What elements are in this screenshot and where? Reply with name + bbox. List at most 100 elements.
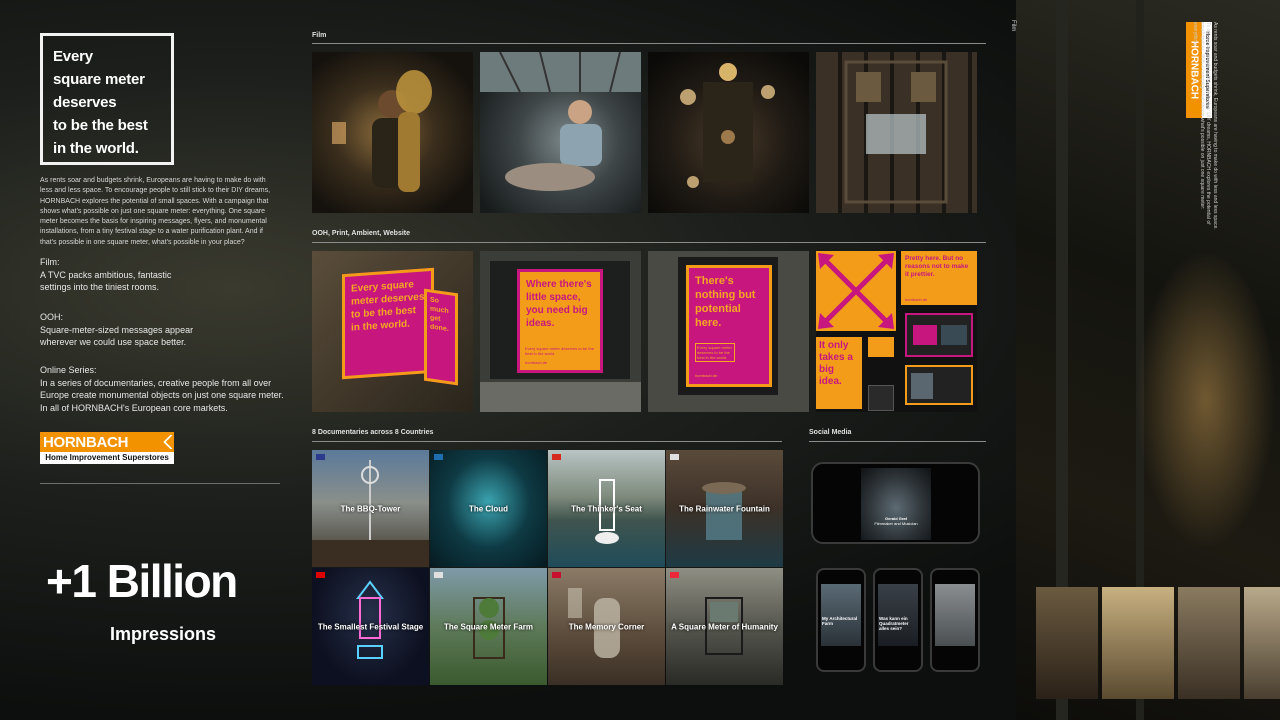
- print-card: Pretty here. But no reasons not to make …: [901, 251, 977, 305]
- website-mockup-2: [905, 365, 973, 405]
- film-block-line: settings into the tiniest rooms.: [40, 282, 160, 292]
- doc-title: The BBQ-Tower: [340, 504, 401, 513]
- flag-icon: [670, 572, 679, 578]
- online-block-line: Europe create monumental objects on just…: [40, 390, 284, 400]
- doc-title: The Memory Corner: [568, 622, 645, 631]
- doc-tile[interactable]: The Cloud: [430, 450, 547, 567]
- film-still-topdown[interactable]: [648, 52, 809, 213]
- phone-portrait[interactable]: My Architectural Farm: [816, 568, 866, 672]
- arrows-icon: [818, 253, 894, 329]
- doc-title: A Square Meter of Humanity: [671, 622, 778, 631]
- doc-title: The Rainwater Fountain: [679, 504, 770, 513]
- section-divider: [809, 441, 986, 442]
- logo-word: HORNBACH: [43, 433, 129, 451]
- topdown-room-image: [680, 63, 775, 188]
- film-block-line: A TVC packs ambitious, fantastic: [40, 269, 172, 280]
- ooh-wall-poster[interactable]: Every square meter deserves to be the be…: [312, 251, 473, 412]
- phone-portrait[interactable]: [930, 568, 980, 672]
- dollhouse-image: [844, 60, 948, 204]
- doc-tile[interactable]: The Square Meter Farm: [430, 568, 547, 685]
- print-flyer: It only takes a big idea.: [816, 337, 862, 409]
- ooh-street-panel[interactable]: There's nothing but potential here. Ever…: [648, 251, 809, 412]
- phone-screen: [821, 584, 861, 646]
- headline-line: in the world.: [53, 140, 139, 157]
- ooh-bus-shelter[interactable]: Where there's little space, you need big…: [480, 251, 641, 412]
- doc-title: The Square Meter Farm: [444, 622, 533, 631]
- section-divider: [312, 441, 782, 442]
- print-arrows: [816, 251, 896, 331]
- doc-title: The Cloud: [468, 504, 509, 513]
- phone-screen: [935, 584, 975, 646]
- flag-icon: [552, 572, 561, 578]
- ooh-block-line: Square-meter-sized messages appear: [40, 324, 194, 335]
- doc-tile[interactable]: The Memory Corner: [548, 568, 665, 685]
- section-ooh-label: OOH, Print, Ambient, Website: [312, 230, 411, 237]
- section-divider: [312, 43, 986, 44]
- film-strip-frame[interactable]: [1178, 587, 1240, 699]
- set-light: [1136, 250, 1276, 550]
- doc-tile[interactable]: A Square Meter of Humanity: [666, 568, 783, 685]
- flag-icon: [434, 572, 443, 578]
- print-card-text: Pretty here. But no reasons not to make …: [905, 255, 969, 278]
- phone-portrait[interactable]: Was kann ein Quadratmeter alles sein?: [873, 568, 923, 672]
- film-strip-frame[interactable]: [1036, 587, 1098, 699]
- doc-tile[interactable]: The Rainwater Fountain: [666, 450, 783, 567]
- right-film-label: Film: [1010, 20, 1016, 32]
- print-card-url: hornbach.de: [905, 297, 928, 302]
- chevron-icon: [160, 432, 174, 452]
- ooh-block-line: wherever we could use space better.: [40, 337, 187, 347]
- doc-tile[interactable]: The BBQ-Tower: [312, 450, 429, 567]
- section-divider: [312, 242, 986, 243]
- phone-landscape[interactable]: Gerald Graf Filmmaker and Musician: [811, 462, 980, 544]
- online-block-line: In a series of documentaries, creative p…: [40, 377, 272, 388]
- film-still-house[interactable]: [816, 52, 977, 213]
- film-still-tuba[interactable]: [312, 52, 473, 213]
- phone-screen: [878, 584, 918, 646]
- video-caption: Gerald Graf Filmmaker and Musician: [861, 516, 931, 526]
- social-video: [861, 468, 931, 540]
- website-thumb: [911, 373, 933, 399]
- doc-tile[interactable]: The Smallest Festival Stage: [312, 568, 429, 685]
- headline-line: square meter: [53, 71, 145, 88]
- magenta-poster-side: So much get done.: [424, 288, 458, 386]
- poster-url: hornbach.de: [525, 360, 548, 365]
- flag-icon: [434, 454, 443, 460]
- street: [480, 382, 641, 412]
- print-small: [868, 337, 894, 357]
- flag-icon: [670, 454, 679, 460]
- tuba-player-image: [332, 70, 432, 192]
- intro-text: As rents soar and budgets shrink, Europe…: [40, 177, 271, 246]
- headline-box: Every square meter deserves to be the be…: [40, 33, 174, 165]
- flag-icon: [316, 572, 325, 578]
- online-block-title: Online Series:: [40, 365, 97, 375]
- film-still-pottery[interactable]: [480, 52, 641, 213]
- flag-icon: [316, 454, 325, 460]
- poster-headline: There's nothing but potential here.: [695, 275, 756, 329]
- magenta-poster: Every square meter deserves to be the be…: [342, 267, 434, 380]
- poster-url: hornbach.de: [695, 373, 718, 378]
- orange-poster: Where there's little space, you need big…: [517, 269, 603, 373]
- print-flyer-text: It only takes a big idea.: [819, 340, 853, 387]
- doc-title: The Thinker's Seat: [571, 504, 642, 513]
- divider: [40, 483, 280, 484]
- post-text: Was kann ein Quadratmeter alles sein?: [879, 616, 909, 631]
- ooh-print-collage[interactable]: Pretty here. But no reasons not to make …: [816, 251, 977, 412]
- headline-line: deserves: [53, 94, 117, 111]
- doc-tile[interactable]: The Thinker's Seat: [548, 450, 665, 567]
- doc-title: The Smallest Festival Stage: [317, 622, 424, 631]
- headline-line: to be the best: [53, 117, 148, 134]
- poster-small-text: Every square meter deserves to be the be…: [525, 346, 594, 356]
- ooh-block: OOH: Square-meter-sized messages appear …: [40, 311, 290, 349]
- film-block: Film: A TVC packs ambitious, fantastic s…: [40, 256, 290, 294]
- pottery-image: [480, 52, 641, 191]
- flag-icon: [552, 454, 561, 460]
- magenta-poster: There's nothing but potential here. Ever…: [686, 265, 772, 387]
- impressions-number: +1 Billion: [46, 555, 238, 607]
- film-strip-frame[interactable]: [1102, 587, 1174, 699]
- film-strip-frame[interactable]: [1244, 587, 1280, 699]
- ooh-block-title: OOH:: [40, 312, 64, 322]
- film-block-title: Film:: [40, 257, 60, 267]
- impressions-label: Impressions: [110, 624, 217, 644]
- online-block: Online Series: In a series of documentar…: [40, 364, 290, 414]
- print-small-dark: [868, 385, 894, 411]
